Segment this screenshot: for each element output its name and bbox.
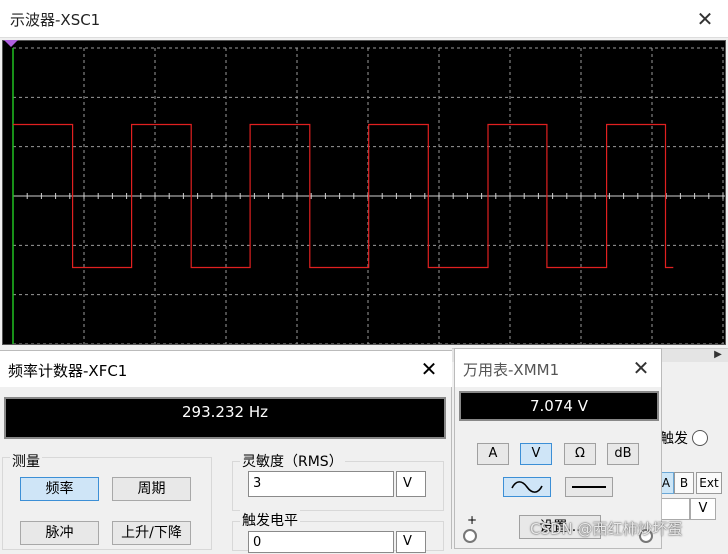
counter-close-button[interactable]: ✕ bbox=[414, 355, 444, 383]
trigger-radio[interactable] bbox=[692, 430, 708, 446]
mode-db-button[interactable]: dB bbox=[607, 443, 639, 465]
trigger-level-unit-select[interactable]: V bbox=[396, 531, 426, 553]
trigger-label: 触发 bbox=[660, 431, 688, 447]
trigger-channel-b-button[interactable]: B bbox=[674, 472, 694, 494]
frequency-button[interactable]: 频率 bbox=[20, 477, 99, 501]
measure-label: 测量 bbox=[10, 451, 42, 471]
trigger-level-value-input[interactable]: 0 bbox=[248, 531, 394, 553]
oscilloscope-title: 示波器-XSC1 bbox=[10, 11, 101, 29]
mode-ohm-button[interactable]: Ω bbox=[564, 443, 596, 465]
scroll-right-arrow-icon[interactable]: ▶ bbox=[710, 348, 726, 362]
multimeter-title: 万用表-XMM1 bbox=[463, 361, 560, 379]
oscilloscope-close-button[interactable]: ✕ bbox=[690, 4, 720, 34]
mode-ampere-button[interactable]: A bbox=[477, 443, 509, 465]
multimeter-titlebar[interactable]: 万用表-XMM1 ✕ bbox=[455, 349, 661, 387]
watermark-text: CSDN @西红柿炒坏蛋 bbox=[530, 520, 683, 538]
dc-mode-button[interactable] bbox=[565, 477, 613, 497]
trigger-level-label: 触发电平 bbox=[240, 510, 300, 530]
ac-mode-button[interactable] bbox=[503, 477, 551, 497]
oscilloscope-titlebar[interactable]: 示波器-XSC1 ✕ bbox=[0, 0, 728, 38]
period-button[interactable]: 周期 bbox=[112, 477, 191, 501]
sensitivity-input[interactable]: 3 bbox=[248, 471, 394, 497]
counter-display: 293.232 Hz bbox=[4, 397, 446, 439]
sensitivity-label: 灵敏度（RMS） bbox=[240, 451, 345, 471]
waveform-plot bbox=[12, 47, 725, 344]
counter-title: 频率计数器-XFC1 bbox=[8, 362, 128, 380]
trigger-position-marker[interactable] bbox=[4, 40, 18, 47]
trigger-level-unit[interactable]: V bbox=[690, 498, 716, 520]
pulse-button[interactable]: 脉冲 bbox=[20, 521, 99, 545]
dc-line-icon bbox=[572, 486, 606, 488]
sine-wave-icon bbox=[511, 481, 543, 493]
counter-titlebar[interactable]: 频率计数器-XFC1 ✕ bbox=[0, 351, 452, 387]
rise-fall-button[interactable]: 上升/下降 bbox=[112, 521, 191, 545]
sensitivity-unit-select[interactable]: V bbox=[396, 471, 426, 497]
positive-terminal-icon bbox=[463, 529, 477, 543]
multimeter-display: 7.074 V bbox=[459, 391, 659, 421]
mode-volt-button[interactable]: V bbox=[520, 443, 552, 465]
trigger-ext-button[interactable]: Ext bbox=[696, 472, 722, 494]
frequency-counter-window: 频率计数器-XFC1 ✕ 293.232 Hz 测量 频率 周期 脉冲 上升/下… bbox=[0, 350, 452, 553]
oscilloscope-screen bbox=[2, 40, 726, 345]
positive-terminal-label: + bbox=[467, 513, 478, 527]
multimeter-close-button[interactable]: ✕ bbox=[627, 355, 655, 381]
trigger-level-input[interactable] bbox=[660, 498, 690, 520]
